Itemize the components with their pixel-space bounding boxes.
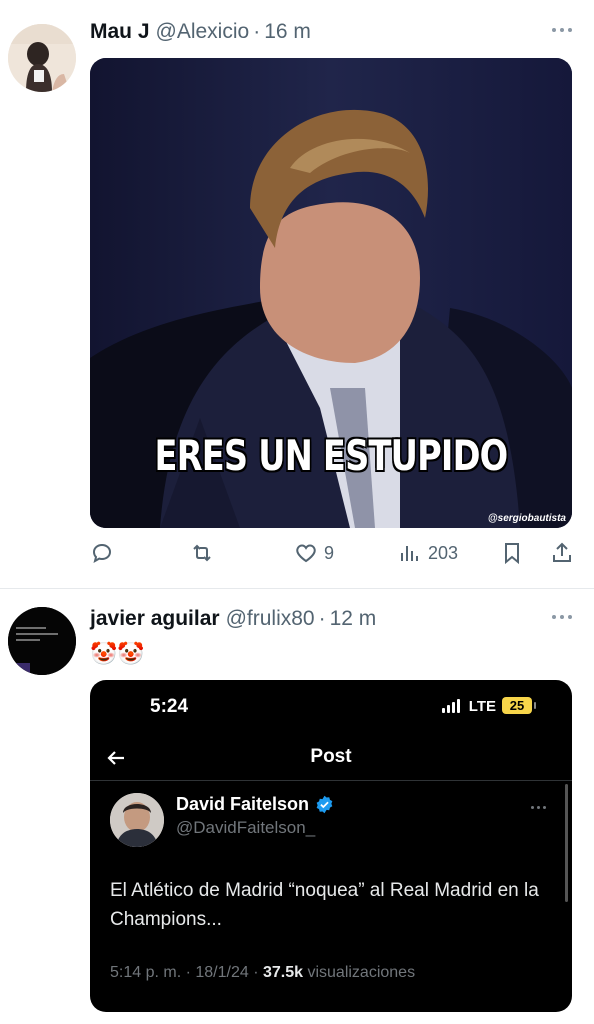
network-label: LTE (468, 698, 496, 715)
status-clock: 5:24 (150, 696, 189, 717)
separator-dot: · (318, 607, 326, 630)
tweet-media-image[interactable]: ERES UN ESTUPIDO @sergiobautista (90, 58, 572, 528)
user-handle[interactable]: @Alexicio (156, 20, 250, 44)
inner-views-count: 37.5k (262, 964, 304, 981)
inner-author-handle: @DavidFaitelson_ (176, 818, 316, 837)
avatar[interactable] (8, 24, 76, 92)
display-name[interactable]: javier aguilar (90, 607, 220, 631)
reply-icon (92, 543, 112, 564)
bookmark-button[interactable] (500, 538, 524, 568)
share-icon (553, 542, 571, 562)
inner-author-name-text: David Faitelson (176, 794, 310, 814)
tweet-actions: 9 203 (90, 538, 572, 568)
more-icon[interactable] (550, 611, 574, 623)
timestamp[interactable]: 12 m (330, 607, 377, 631)
timestamp[interactable]: 16 m (264, 20, 311, 44)
inner-views-label: visualizaciones (303, 964, 416, 981)
inner-post-text: El Atlético de Madrid “noquea” al Real M… (110, 880, 539, 930)
verified-badge-icon (316, 795, 333, 814)
user-handle[interactable]: @frulix80 (226, 607, 315, 631)
tweet[interactable]: javier aguilar @frulix80 · 12 m 🤡🤡 5:24 … (0, 589, 594, 1024)
retweet-button[interactable] (190, 538, 220, 568)
image-watermark: @sergiobautista (487, 513, 566, 524)
views-button[interactable]: 203 (398, 538, 458, 568)
tweet-media-screenshot[interactable]: 5:24 LTE 25 Post David Faitelson @DavidF… (90, 680, 572, 1012)
inner-post-datetime: 5:14 p. m. · 18/1/24 · (110, 964, 263, 981)
inner-page-title: Post (310, 746, 352, 767)
inner-avatar (110, 793, 164, 847)
scrollbar (565, 784, 568, 902)
retweet-icon (193, 544, 211, 562)
views-count: 203 (428, 542, 459, 563)
tweet-header: Mau J @Alexicio · 16 m (90, 18, 574, 46)
separator-dot: · (253, 20, 261, 43)
meme-caption: ERES UN ESTUPIDO (154, 431, 509, 480)
inner-nav-bar: Post (90, 738, 572, 778)
more-icon[interactable] (550, 24, 574, 36)
inner-more-icon (531, 806, 546, 809)
like-count: 9 (324, 542, 335, 563)
reply-button[interactable] (90, 538, 120, 568)
like-icon (296, 544, 316, 563)
like-button[interactable]: 9 (294, 538, 334, 568)
inner-author-name: David Faitelson (176, 794, 334, 815)
tweet[interactable]: Mau J @Alexicio · 16 m ERES UN ESTUPIDO … (0, 0, 594, 588)
views-icon (401, 546, 418, 561)
tweet-header: javier aguilar @frulix80 · 12 m (90, 605, 574, 633)
inner-post-meta: 5:14 p. m. · 18/1/24 · 37.5k visualizaci… (110, 964, 415, 982)
bookmark-icon (505, 543, 519, 565)
display-name[interactable]: Mau J (90, 20, 150, 44)
avatar[interactable] (8, 607, 76, 675)
signal-icon (442, 699, 460, 713)
share-button[interactable] (550, 538, 574, 568)
phone-status-bar: 5:24 LTE 25 (90, 680, 572, 734)
inner-divider (90, 780, 572, 781)
battery-icon: 25 (502, 697, 536, 714)
tweet-text: 🤡🤡 (90, 641, 145, 666)
